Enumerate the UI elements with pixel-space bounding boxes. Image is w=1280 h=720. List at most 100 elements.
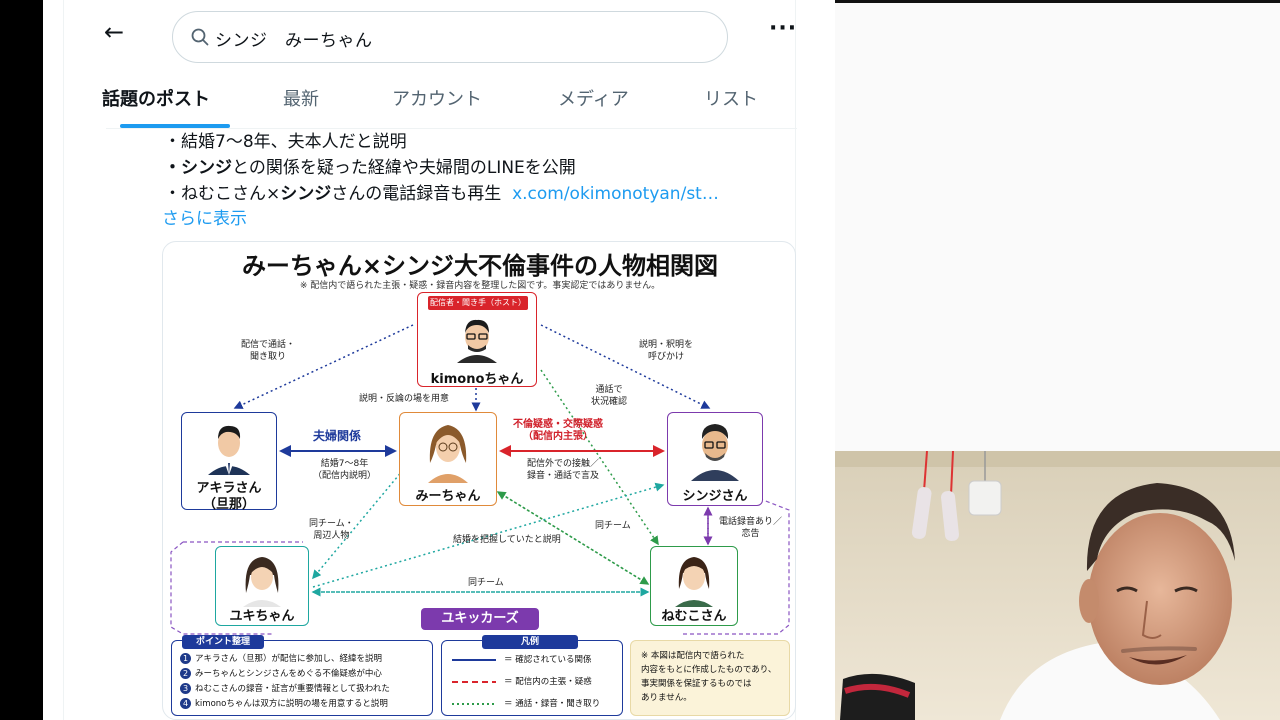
node-shinji: シンジさん [667, 412, 763, 506]
akira-avatar-icon [208, 425, 250, 475]
label-line: 状況確認 [591, 397, 628, 407]
point-item: 2 みーちゃんとシンジさんをめぐる不倫疑惑が中心 [180, 668, 382, 680]
point-item: 4 kimonoちゃんは双方に説明の場を用意すると説明 [180, 698, 388, 710]
search-input[interactable]: シンジ みーちゃん [172, 11, 728, 63]
node-mii: みーちゃん [399, 412, 497, 506]
label-call-listen: 配信で通話・ 聞き取り [241, 339, 295, 363]
post-highlight: シンジ [280, 184, 332, 204]
tab-lists[interactable]: リスト [704, 85, 758, 111]
point-number: 1 [180, 653, 191, 664]
legend-item: ＝ 配信内の主張・疑惑 [504, 677, 592, 687]
back-arrow-icon[interactable]: ← [104, 18, 124, 46]
disclaimer-panel: ※ 本図は配信内で語られた 内容をもとに作成したものであり、 事実関係を保証する… [630, 640, 790, 716]
host-tag: 配信者・聞き手（ホスト） [428, 296, 528, 310]
label-married: 結婚7〜8年 （配信内説明） [313, 458, 376, 482]
label-line: 配信外での接触／ [527, 459, 600, 469]
label-line: 結婚7〜8年 [320, 459, 369, 469]
label-recording: 電話録音あり／ 恋告 [719, 516, 782, 540]
empty-panel [835, 0, 1280, 451]
yuki-avatar-icon [243, 557, 281, 607]
host-name: kimonoちゃん [430, 372, 524, 387]
label-line: 聞き取り [250, 352, 287, 362]
webcam-person-image [835, 451, 1280, 720]
label-line: 恋告 [741, 529, 760, 539]
post-text: ・ねむこさん× [164, 184, 281, 204]
label-contact: 配信外での接触／ 録音・通話で言及 [527, 458, 599, 482]
tab-bar: 話題のポスト 最新 アカウント メディア リスト [102, 73, 797, 129]
point-text: ねむこさんの録音・証言が重要情報として扱われた [195, 684, 390, 694]
label-line: 電話録音あり／ [719, 517, 783, 527]
label-line: 同チーム・ [309, 519, 354, 529]
label-line: 不倫疑惑・交際疑惑 [513, 419, 603, 430]
mii-avatar-icon [428, 425, 468, 483]
left-black-bar [0, 0, 43, 720]
label-line: （配信内説明） [313, 471, 377, 481]
label-line: （配信内主張） [523, 431, 593, 442]
legend-panel: 凡例 ＝ 確認されている関係 ＝ 配信内の主張・疑惑 ＝ 通話・録音・聞き取り [441, 635, 623, 716]
label-couple: 夫婦関係 [313, 429, 362, 443]
group-tag: ユキッカーズ [421, 608, 539, 630]
x-search-pane: ← シンジ みーちゃん ··· 話題のポスト 最新 アカウント メディア リスト… [43, 0, 835, 720]
point-text: アキラさん（旦那）が配信に参加し、経緯を説明 [195, 654, 383, 664]
point-text: みーちゃんとシンジさんをめぐる不倫疑惑が中心 [195, 669, 382, 679]
search-query: シンジ みーちゃん [215, 31, 373, 51]
tab-top-posts[interactable]: 話題のポスト [102, 85, 210, 111]
label-aware: 結婚を把握していたと説明 [453, 535, 561, 545]
label-explain: 説明・釈明を 呼びかけ [639, 339, 693, 363]
more-options-icon[interactable]: ··· [769, 18, 797, 40]
shinji-avatar-icon [691, 424, 739, 481]
label-line: 周辺人物 [313, 531, 350, 541]
point-item: 3 ねむこさんの録音・証言が重要情報として扱われた [180, 683, 390, 695]
post-link[interactable]: x.com/okimonotyan/st… [512, 184, 719, 204]
point-number: 4 [180, 698, 191, 709]
label-line: 通話で [595, 385, 623, 395]
tab-media[interactable]: メディア [558, 85, 629, 111]
point-number: 2 [180, 668, 191, 679]
host-avatar-icon [457, 319, 497, 363]
label-line: 呼びかけ [648, 352, 685, 362]
timeline-column: ← シンジ みーちゃん ··· 話題のポスト 最新 アカウント メディア リスト… [63, 0, 797, 720]
nemuko-name: ねむこさん [661, 609, 727, 624]
label-call-check: 通話で 状況確認 [591, 384, 627, 408]
legend-item: ＝ 通話・録音・聞き取り [504, 699, 601, 709]
node-host: 配信者・聞き手（ホスト） kimonoちゃん [417, 292, 537, 387]
webcam-feed [835, 451, 1280, 720]
node-akira: アキラさん （旦那） [181, 412, 277, 512]
label-line: 配信で通話・ [241, 340, 296, 350]
node-yuki: ユキちゃん [215, 546, 309, 626]
tab-accounts[interactable]: アカウント [392, 85, 482, 111]
points-head: ポイント整理 [182, 635, 264, 649]
disclaimer-line: ありません。 [641, 693, 692, 703]
label-affair: 不倫疑惑・交際疑惑 （配信内主張） [513, 419, 603, 443]
label-team-side: 同チーム・ 周辺人物 [309, 518, 354, 542]
label-team-a: 同チーム [595, 521, 631, 531]
mii-name: みーちゃん [415, 489, 481, 504]
legend-item: ＝ 確認されている関係 [504, 655, 592, 665]
tab-latest[interactable]: 最新 [283, 85, 319, 111]
legend-head: 凡例 [482, 635, 578, 649]
node-nemuko: ねむこさん [650, 546, 738, 626]
show-more-link[interactable]: さらに表示 [162, 204, 247, 229]
post-text-line-2: ・シンジとの関係を疑った経緯や夫婦間のLINEを公開 [164, 153, 576, 178]
label-place: 説明・反論の場を用意 [359, 394, 450, 404]
nemuko-avatar-icon [675, 557, 713, 607]
akira-role: （旦那） [202, 497, 255, 512]
disclaimer-line: ※ 本図は配信内で語られた [641, 651, 745, 661]
yuki-name: ユキちゃん [229, 609, 295, 624]
points-panel: ポイント整理 1 アキラさん（旦那）が配信に参加し、経緯を説明 2 みーちゃんとシン… [171, 635, 433, 716]
label-line: 説明・釈明を [639, 340, 694, 350]
disclaimer-line: 事実関係を保証するものでは [641, 679, 752, 689]
point-item: 1 アキラさん（旦那）が配信に参加し、経緯を説明 [180, 653, 382, 665]
post-image-relationship-chart[interactable]: みーちゃん×シンジ大不倫事件の人物相関図 ※ 配信内で語られた主張・疑惑・録音内… [162, 241, 796, 720]
disclaimer-line: 内容をもとに作成したものであり、 [641, 665, 777, 675]
point-number: 3 [180, 683, 191, 694]
point-text: kimonoちゃんは双方に説明の場を用意すると説明 [195, 699, 388, 709]
post-highlight: ・シンジ [164, 158, 232, 178]
post-text-line-1: ・結婚7〜8年、夫本人だと説明 [164, 132, 407, 152]
label-team-b: 同チーム [468, 578, 504, 588]
post-text-line-3: ・ねむこさん×シンジさんの電話録音も再生 x.com/okimonotyan/s… [164, 179, 719, 204]
legend-line-samples [452, 659, 496, 705]
post-text: との関係を疑った経緯や夫婦間のLINEを公開 [232, 158, 576, 178]
shinji-name: シンジさん [682, 489, 748, 504]
search-icon [191, 28, 209, 46]
